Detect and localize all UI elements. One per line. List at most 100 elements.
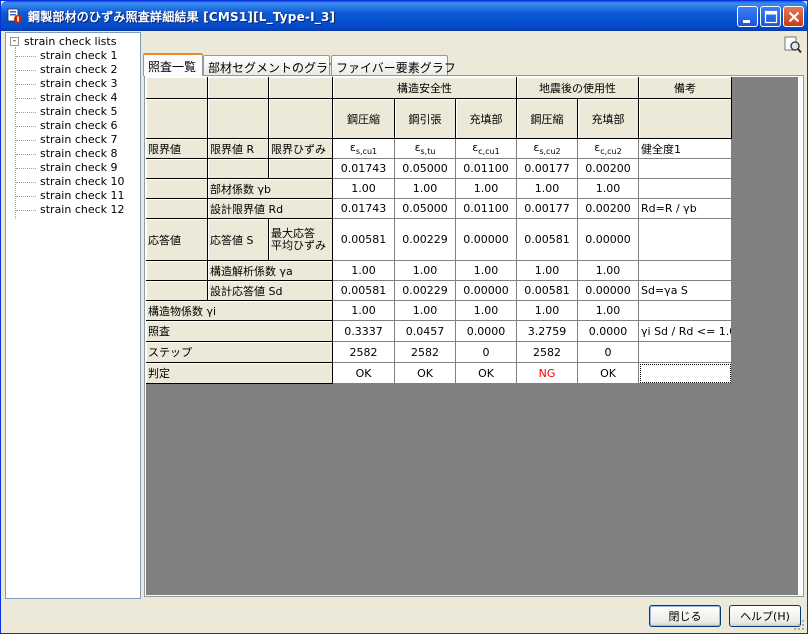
row-header-max-response: 最大応答 平均ひずみ [269, 219, 333, 261]
row-header-design-limit: 設計限界値 Rd [208, 199, 333, 219]
remarks-cell[interactable]: Sd=γa S [639, 281, 732, 301]
value-cell: 0.00000 [578, 219, 639, 261]
value-cell: 0.01100 [456, 159, 517, 179]
row-header-response-s: 応答値 S [208, 219, 269, 261]
remarks-cell[interactable] [639, 219, 732, 261]
value-cell: 2582 [395, 342, 456, 363]
value-cell: 0.0000 [456, 321, 517, 342]
value-cell: 0.05000 [395, 199, 456, 219]
row-header-blank [146, 179, 208, 199]
title-bar[interactable]: 鋼製部材のひずみ照査詳細結果 [CMS1][L_Type-I_3] [1, 1, 807, 31]
strain-check-item[interactable]: strain check 10 [40, 175, 125, 188]
row-header-check: 照査 [146, 321, 333, 342]
strain-check-item[interactable]: strain check 2 [40, 63, 118, 76]
window-title: 鋼製部材のひずみ照査詳細結果 [CMS1][L_Type-I_3] [28, 10, 336, 24]
value-cell: 0.01743 [333, 199, 395, 219]
tree-guide-line [15, 47, 16, 219]
row-header-blank [146, 199, 208, 219]
tree-guide-line [16, 182, 36, 183]
corner-header [146, 77, 208, 99]
close-window-button[interactable] [783, 6, 804, 27]
value-cell: 0.01743 [333, 159, 395, 179]
magnifier-icon[interactable] [783, 35, 803, 55]
tab-panel: 構造安全性 地震後の使用性 備考 鋼圧縮 鋼引張 充填部 鋼圧縮 充填部 限界値… [144, 75, 804, 597]
tab-check-list[interactable]: 照査一覧 [143, 53, 203, 76]
tree-root-label[interactable]: strain check lists [24, 35, 116, 48]
limit-symbol-cell: εc,cu2 [578, 139, 639, 159]
value-cell: OK [333, 363, 395, 384]
value-cell: 0.00581 [333, 281, 395, 301]
tree-guide-line [16, 210, 36, 211]
value-cell: 0.3337 [333, 321, 395, 342]
limit-symbol-cell: εs,tu [395, 139, 456, 159]
row-header-analysis-factor: 構造解析係数 γa [208, 261, 333, 281]
value-cell: 0.00000 [456, 219, 517, 261]
remarks-header: 備考 [639, 77, 732, 99]
remarks-cell[interactable] [639, 179, 732, 199]
epsilon-subscript: s,cu2 [539, 147, 561, 157]
value-cell: 0.00229 [395, 281, 456, 301]
value-cell: 0.00229 [395, 219, 456, 261]
help-button[interactable]: ヘルプ(H) [729, 605, 801, 627]
tree-guide-line [16, 70, 36, 71]
value-cell: 1.00 [517, 179, 578, 199]
row-header-design-response: 設計応答値 Sd [208, 281, 333, 301]
tab-segment-graph[interactable]: 部材セグメントのグラフ [203, 55, 340, 75]
tree-guide-line [16, 168, 36, 169]
close-icon [788, 11, 800, 23]
tree-collapse-toggle[interactable]: - [10, 37, 19, 46]
col-header-filling-2: 充填部 [578, 99, 639, 139]
row-header-blank [146, 281, 208, 301]
remarks-cell[interactable]: γi Sd / Rd <= 1.0 [639, 321, 732, 342]
col-header-steel-compression-2: 鋼圧縮 [517, 99, 578, 139]
strain-check-item[interactable]: strain check 9 [40, 161, 118, 174]
row-header-limit: 限界値 [146, 139, 208, 159]
row-header-blank [208, 159, 269, 179]
service-group-header: 地震後の使用性 [517, 77, 639, 99]
remarks-cell[interactable] [639, 261, 732, 281]
strain-check-item[interactable]: strain check 4 [40, 91, 118, 104]
tree-guide-line [16, 98, 36, 99]
limit-symbol-cell: εs,cu2 [517, 139, 578, 159]
corner-header [269, 77, 333, 99]
tree-guide-line [16, 84, 36, 85]
strain-check-item[interactable]: strain check 7 [40, 133, 118, 146]
limit-symbol-cell: εc,cu1 [456, 139, 517, 159]
strain-check-item[interactable]: strain check 1 [40, 49, 118, 62]
strain-check-tree[interactable]: - strain check lists strain check 1 strai… [5, 32, 141, 599]
value-cell: 2582 [517, 342, 578, 363]
value-cell: 1.00 [456, 261, 517, 281]
value-cell: 3.2759 [517, 321, 578, 342]
remarks-cell[interactable]: Rd=R / γb [639, 199, 732, 219]
maximize-button[interactable] [760, 6, 781, 27]
remarks-cell[interactable]: 健全度1 [639, 139, 732, 159]
remarks-cell[interactable] [639, 342, 732, 363]
remarks-cell[interactable] [639, 301, 732, 321]
minimize-button[interactable] [737, 6, 758, 27]
value-cell: 1.00 [517, 261, 578, 281]
close-button[interactable]: 閉じる [649, 605, 721, 627]
value-cell: 0.00000 [456, 281, 517, 301]
epsilon-subscript: c,cu2 [600, 147, 622, 157]
maximize-icon [764, 10, 778, 24]
strain-check-item[interactable]: strain check 5 [40, 105, 118, 118]
epsilon-subscript: s,tu [420, 147, 436, 157]
value-cell: 0.00000 [578, 281, 639, 301]
strain-check-item[interactable]: strain check 8 [40, 147, 118, 160]
value-cell: 0.00581 [517, 219, 578, 261]
strain-check-item[interactable]: strain check 3 [40, 77, 118, 90]
remarks-cell[interactable] [639, 159, 732, 179]
remarks-cell[interactable] [639, 363, 732, 384]
value-cell: 0.01100 [456, 199, 517, 219]
value-cell: 0.00177 [517, 199, 578, 219]
value-cell: 0.00177 [517, 159, 578, 179]
strain-check-item[interactable]: strain check 6 [40, 119, 118, 132]
strain-check-item[interactable]: strain check 11 [40, 189, 125, 202]
resize-grip-icon[interactable] [793, 619, 805, 631]
tab-fiber-graph[interactable]: ファイバー要素グラフ [331, 55, 456, 75]
value-cell: 0 [578, 342, 639, 363]
check-result-grid[interactable]: 構造安全性 地震後の使用性 備考 鋼圧縮 鋼引張 充填部 鋼圧縮 充填部 限界値… [146, 77, 798, 595]
strain-check-item[interactable]: strain check 12 [40, 203, 125, 216]
corner-header [208, 77, 269, 99]
row-header-structure-factor: 構造物係数 γi [146, 301, 333, 321]
